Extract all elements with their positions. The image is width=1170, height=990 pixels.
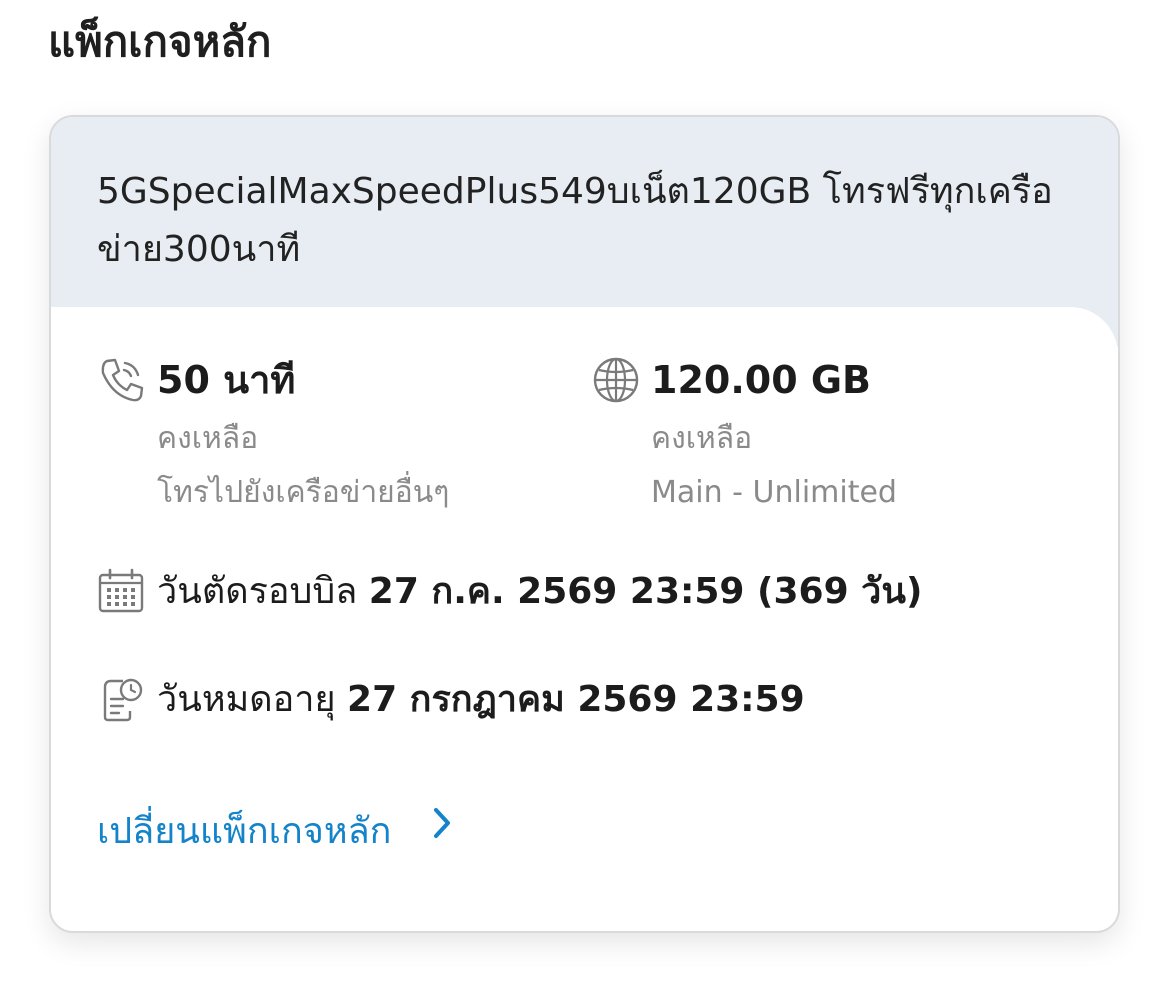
chevron-right-icon [431,803,453,857]
voice-amount: 50 นาที [157,358,296,402]
voice-note: โทรไปยังเครือข่ายอื่นๆ [157,475,450,510]
change-package-label: เปลี่ยนแพ็กเกจหลัก [97,811,392,852]
billing-label: วันตัดรอบบิล [157,571,358,612]
expiry-value: 27 กรกฎาคม 2569 23:59 [347,679,805,720]
calendar-icon [97,567,145,615]
document-clock-icon [97,675,145,723]
billing-value: 27 ก.ค. 2569 23:59 (369 วัน) [368,571,923,612]
globe-icon [591,355,641,405]
main-package-card: 5GSpecialMaxSpeedPlus549บเน็ต120GB โทรฟร… [49,115,1120,933]
change-package-link[interactable]: เปลี่ยนแพ็กเกจหลัก [97,805,453,860]
data-amount: 120.00 GB [651,358,872,402]
expiry-label: วันหมดอายุ [157,679,336,720]
data-status: คงเหลือ [651,421,753,456]
data-note: Main - Unlimited [651,475,897,510]
section-title: แพ็กเกจหลัก [48,17,272,66]
voice-status: คงเหลือ [157,421,259,456]
package-name: 5GSpecialMaxSpeedPlus549บเน็ต120GB โทรฟร… [97,171,1053,270]
phone-icon [97,355,147,405]
package-details: 50 นาที คงเหลือ โทรไปยังเครือข่ายอื่นๆ 1… [51,307,1118,931]
